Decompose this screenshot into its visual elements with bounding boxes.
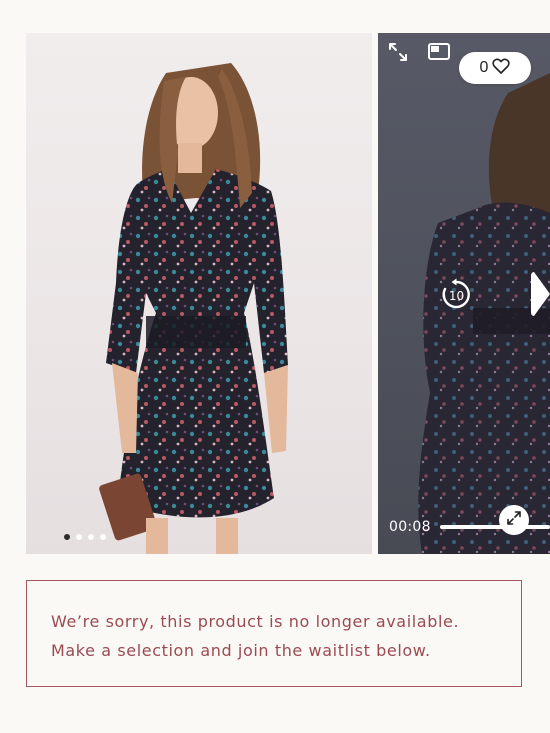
unavailable-notice: We’re sorry, this product is no longer a… bbox=[26, 580, 522, 687]
expand-arrows-icon[interactable] bbox=[388, 42, 408, 67]
carousel-dot[interactable] bbox=[64, 534, 70, 540]
carousel-dot[interactable] bbox=[76, 534, 82, 540]
fullscreen-button[interactable] bbox=[499, 505, 529, 535]
video-current-time: 00:08 bbox=[389, 519, 431, 535]
unavailable-notice-text: We’re sorry, this product is no longer a… bbox=[51, 612, 460, 660]
rewind-seconds-label: 10 bbox=[449, 289, 464, 303]
play-icon[interactable] bbox=[531, 270, 550, 323]
carousel-dot[interactable] bbox=[88, 534, 94, 540]
picture-in-picture-icon[interactable] bbox=[428, 43, 450, 66]
product-photo[interactable] bbox=[26, 33, 372, 554]
model-dress-illustration bbox=[99, 63, 288, 554]
product-page: 0 10 00:08 We’re sorry, this product is … bbox=[0, 0, 550, 733]
carousel-dot[interactable] bbox=[100, 534, 106, 540]
carousel-dots[interactable] bbox=[64, 534, 106, 540]
wishlist-count: 0 bbox=[479, 59, 489, 76]
fullscreen-icon bbox=[506, 510, 522, 531]
heart-icon bbox=[492, 58, 511, 79]
video-progress-bar[interactable] bbox=[440, 525, 550, 529]
rewind-10-icon[interactable]: 10 bbox=[440, 278, 473, 316]
wishlist-button[interactable]: 0 bbox=[459, 52, 531, 84]
